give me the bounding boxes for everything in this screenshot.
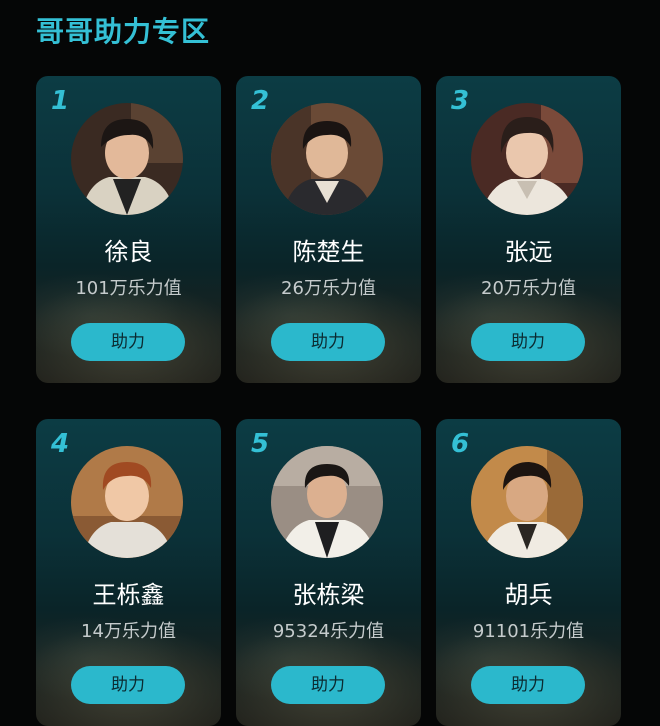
rank-number: 6: [451, 429, 470, 459]
artist-avatar[interactable]: [471, 103, 583, 215]
artist-name: 张远: [504, 238, 553, 266]
boost-button[interactable]: 助力: [471, 666, 585, 704]
artist-avatar[interactable]: [71, 446, 183, 558]
artist-avatar[interactable]: [471, 446, 583, 558]
artist-avatar[interactable]: [271, 103, 383, 215]
artist-card-3: 3 张远 20万乐力值 助力: [436, 76, 621, 383]
artist-name: 胡兵: [504, 581, 553, 609]
artist-card-2: 2 陈楚生 26万乐力值 助力: [236, 76, 421, 383]
artist-card-1: 1 徐良 101万乐力值 助力: [36, 76, 221, 383]
artist-grid: 1 徐良 101万乐力值 助力 2 陈楚生 26万乐力值 助力 3 张远 20万…: [36, 76, 622, 726]
artist-name: 徐良: [104, 238, 153, 266]
boost-button[interactable]: 助力: [71, 666, 185, 704]
artist-points: 20万乐力值: [481, 278, 576, 299]
section-title: 哥哥助力专区: [36, 15, 211, 48]
artist-points: 14万乐力值: [81, 621, 176, 642]
artist-name: 张栋梁: [292, 581, 365, 609]
artist-avatar[interactable]: [271, 446, 383, 558]
artist-avatar[interactable]: [71, 103, 183, 215]
artist-points: 95324乐力值: [272, 621, 385, 642]
rank-number: 3: [451, 86, 470, 116]
boost-button[interactable]: 助力: [71, 323, 185, 361]
artist-points: 101万乐力值: [75, 278, 182, 299]
artist-points: 91101乐力值: [472, 621, 585, 642]
artist-card-6: 6 胡兵 91101乐力值 助力: [436, 419, 621, 726]
rank-number: 2: [251, 86, 270, 116]
artist-name: 陈楚生: [292, 238, 365, 266]
artist-name: 王栎鑫: [92, 581, 165, 609]
rank-number: 5: [251, 429, 270, 459]
boost-button[interactable]: 助力: [271, 666, 385, 704]
artist-card-4: 4 王栎鑫 14万乐力值 助力: [36, 419, 221, 726]
rank-number: 1: [51, 86, 70, 116]
rank-number: 4: [51, 429, 70, 459]
artist-points: 26万乐力值: [281, 278, 376, 299]
boost-button[interactable]: 助力: [271, 323, 385, 361]
artist-card-5: 5 张栋梁 95324乐力值 助力: [236, 419, 421, 726]
boost-button[interactable]: 助力: [471, 323, 585, 361]
